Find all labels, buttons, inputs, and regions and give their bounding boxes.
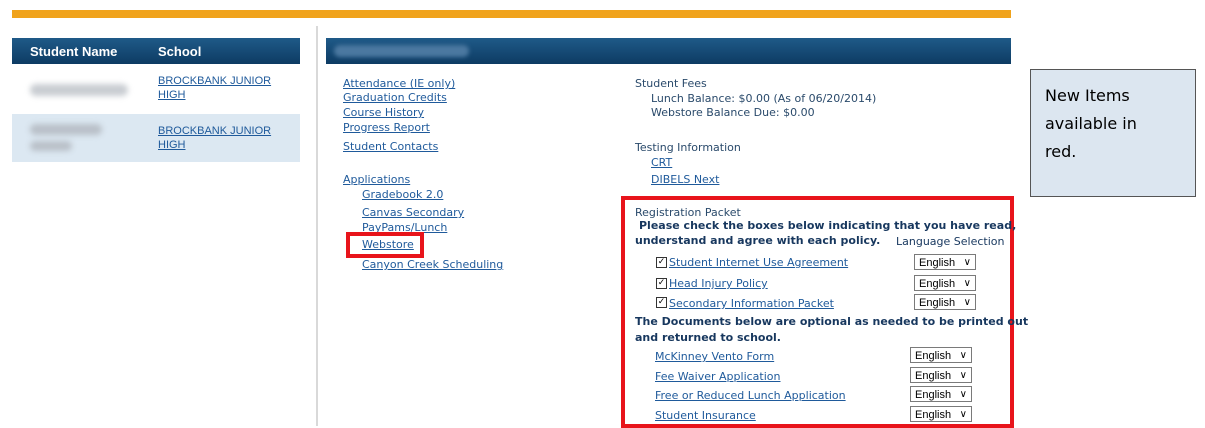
checkbox-head-injury[interactable]: ✓ bbox=[656, 278, 667, 289]
link-progress-report[interactable]: Progress Report bbox=[343, 121, 430, 135]
student-name-redacted-2 bbox=[30, 141, 72, 151]
student-name-redacted bbox=[30, 84, 128, 96]
checkbox-internet-use[interactable]: ✓ bbox=[656, 257, 667, 268]
chevron-down-icon: ∨ bbox=[963, 297, 971, 308]
language-select-secondary-info[interactable]: English ∨ bbox=[914, 294, 976, 310]
top-accent-bar bbox=[12, 10, 1011, 18]
link-dibels-next[interactable]: DIBELS Next bbox=[651, 173, 719, 187]
registration-instructions-2: understand and agree with each policy. bbox=[635, 234, 881, 247]
header-student-name: Student Name bbox=[30, 44, 118, 59]
testing-heading: Testing Information bbox=[635, 141, 741, 154]
callout-line-2: available in bbox=[1045, 114, 1137, 133]
new-items-callout: New Items available in red. bbox=[1030, 69, 1196, 197]
link-course-history[interactable]: Course History bbox=[343, 106, 424, 120]
language-select-mckinney-vento[interactable]: English ∨ bbox=[910, 347, 972, 363]
optional-documents-1: The Documents below are optional as need… bbox=[635, 315, 1029, 328]
select-value: English bbox=[919, 297, 956, 309]
link-internet-use-agreement[interactable]: Student Internet Use Agreement bbox=[669, 256, 848, 270]
language-select-internet-use[interactable]: English ∨ bbox=[914, 254, 976, 270]
lunch-balance: Lunch Balance: $0.00 (As of 06/20/2014) bbox=[651, 92, 877, 105]
link-crt[interactable]: CRT bbox=[651, 156, 672, 170]
school-link[interactable]: BROCKBANK JUNIOR HIGH bbox=[158, 124, 288, 152]
link-gradebook[interactable]: Gradebook 2.0 bbox=[362, 188, 443, 202]
language-select-fee-waiver[interactable]: English ∨ bbox=[910, 367, 972, 383]
column-divider bbox=[316, 26, 318, 426]
link-graduation-credits[interactable]: Graduation Credits bbox=[343, 91, 447, 105]
language-select-student-insurance[interactable]: English ∨ bbox=[910, 406, 972, 422]
school-link[interactable]: BROCKBANK JUNIOR HIGH bbox=[158, 74, 288, 102]
language-selection-label: Language Selection bbox=[896, 235, 1005, 248]
student-title-redacted bbox=[334, 45, 469, 57]
select-value: English bbox=[915, 389, 952, 401]
checkbox-secondary-info[interactable]: ✓ bbox=[656, 297, 667, 308]
chevron-down-icon: ∨ bbox=[959, 389, 967, 400]
language-select-free-reduced-lunch[interactable]: English ∨ bbox=[910, 386, 972, 402]
select-value: English bbox=[915, 350, 952, 362]
registration-instructions-1: Please check the boxes below indicating … bbox=[639, 219, 1017, 232]
link-head-injury-policy[interactable]: Head Injury Policy bbox=[669, 277, 768, 291]
student-fees-heading: Student Fees bbox=[635, 77, 707, 90]
chevron-down-icon: ∨ bbox=[963, 278, 971, 289]
link-applications[interactable]: Applications bbox=[343, 173, 410, 187]
select-value: English bbox=[919, 257, 956, 269]
link-fee-waiver[interactable]: Fee Waiver Application bbox=[655, 370, 781, 384]
link-student-contacts[interactable]: Student Contacts bbox=[343, 140, 438, 154]
select-value: English bbox=[919, 278, 956, 290]
table-row[interactable]: BROCKBANK JUNIOR HIGH bbox=[12, 68, 300, 114]
callout-line-3: red. bbox=[1045, 142, 1077, 161]
link-free-reduced-lunch[interactable]: Free or Reduced Lunch Application bbox=[655, 389, 846, 403]
link-student-insurance[interactable]: Student Insurance bbox=[655, 409, 756, 423]
student-name-redacted bbox=[30, 124, 102, 135]
callout-line-1: New Items bbox=[1045, 86, 1130, 105]
student-detail-header bbox=[326, 38, 1011, 64]
link-secondary-information-packet[interactable]: Secondary Information Packet bbox=[669, 297, 834, 311]
optional-documents-2: and returned to school. bbox=[635, 331, 781, 344]
webstore-highlight bbox=[346, 232, 424, 258]
webstore-balance: Webstore Balance Due: $0.00 bbox=[651, 106, 815, 119]
link-canvas-secondary[interactable]: Canvas Secondary bbox=[362, 206, 464, 220]
chevron-down-icon: ∨ bbox=[959, 409, 967, 420]
table-row[interactable]: BROCKBANK JUNIOR HIGH bbox=[12, 114, 300, 162]
chevron-down-icon: ∨ bbox=[959, 370, 967, 381]
language-select-head-injury[interactable]: English ∨ bbox=[914, 275, 976, 291]
link-canyon-creek-scheduling[interactable]: Canyon Creek Scheduling bbox=[362, 258, 503, 272]
chevron-down-icon: ∨ bbox=[963, 257, 971, 268]
link-attendance[interactable]: Attendance (IE only) bbox=[343, 77, 455, 91]
registration-heading: Registration Packet bbox=[635, 206, 741, 219]
link-mckinney-vento[interactable]: McKinney Vento Form bbox=[655, 350, 774, 364]
select-value: English bbox=[915, 370, 952, 382]
header-school: School bbox=[158, 44, 202, 59]
chevron-down-icon: ∨ bbox=[959, 350, 967, 361]
students-table-header: Student Name School bbox=[12, 38, 300, 64]
select-value: English bbox=[915, 409, 952, 421]
